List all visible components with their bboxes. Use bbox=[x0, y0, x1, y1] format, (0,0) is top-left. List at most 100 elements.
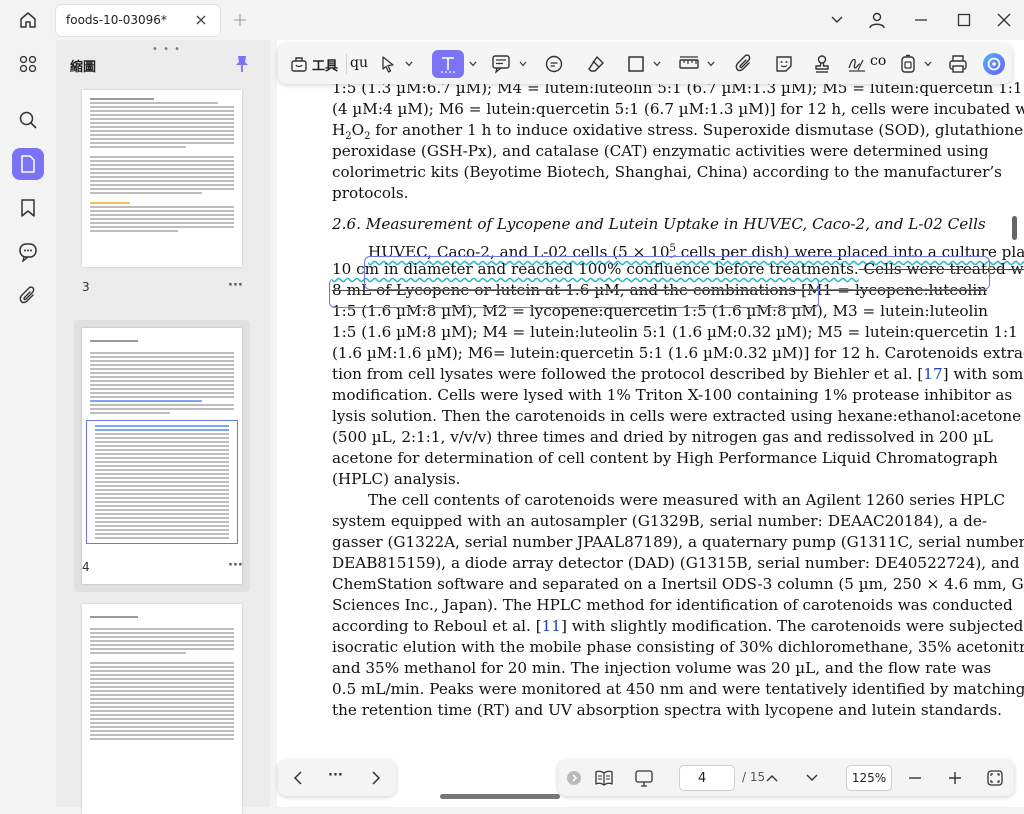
text-line: 0.5 mL/min. Peaks were monitored at 450 … bbox=[332, 680, 1024, 698]
rectangle-icon[interactable] bbox=[622, 50, 650, 78]
sticker-icon[interactable] bbox=[770, 50, 798, 78]
page-number-input[interactable]: 4 bbox=[679, 765, 735, 791]
note-icon[interactable] bbox=[486, 50, 516, 78]
collapse-icon[interactable] bbox=[562, 766, 586, 790]
thumbnail-page-5[interactable] bbox=[82, 604, 242, 814]
zoom-out-icon[interactable] bbox=[903, 766, 927, 790]
attachment-icon[interactable] bbox=[12, 280, 44, 312]
chevron-left-icon[interactable] bbox=[286, 766, 310, 790]
text-line: lysis solution. Then the carotenoids in … bbox=[332, 407, 1022, 425]
thumbnail-page-label: 4 bbox=[82, 560, 90, 574]
text-line: acetone for determination of cell conten… bbox=[332, 449, 998, 467]
thumbnails-icon[interactable] bbox=[12, 148, 44, 180]
presentation-icon[interactable] bbox=[632, 766, 656, 790]
chevron-up-icon[interactable] bbox=[760, 766, 784, 790]
tab-title: foods-10-03096* bbox=[66, 13, 167, 27]
search-icon[interactable] bbox=[12, 104, 44, 136]
panel-drag-handle[interactable]: • • • bbox=[152, 44, 181, 55]
text-tool-icon[interactable] bbox=[432, 50, 464, 78]
print-icon[interactable] bbox=[944, 50, 972, 78]
document-viewport[interactable]: 1:5 (1.3 µM:6.7 µM); M4 = lutein:luteoli… bbox=[277, 40, 1024, 807]
text-line: isocratic elution with the mobile phase … bbox=[332, 638, 1024, 656]
page-zoom-bar: 4 / 15 125% bbox=[558, 760, 1014, 796]
text-line: (HPLC) analysis. bbox=[332, 470, 461, 488]
chevron-down-icon[interactable] bbox=[518, 59, 527, 68]
account-icon[interactable] bbox=[866, 10, 888, 30]
citation-link[interactable]: 11 bbox=[542, 617, 561, 635]
chevron-right-icon[interactable] bbox=[364, 766, 388, 790]
thumbnail-more-button[interactable]: ··· bbox=[228, 278, 243, 293]
signature-icon[interactable] bbox=[844, 50, 870, 78]
title-bar: foods-10-03096* bbox=[0, 0, 1024, 40]
horizontal-scrollbar[interactable] bbox=[440, 794, 560, 799]
maximize-icon[interactable] bbox=[953, 10, 975, 30]
paperclip-icon[interactable] bbox=[730, 50, 758, 78]
tools-label: 工具 bbox=[311, 58, 338, 74]
text-line: modification. Cells were lysed with 1% T… bbox=[332, 386, 1013, 404]
fit-page-icon[interactable] bbox=[983, 766, 1007, 790]
thumbnail-page-label: 3 bbox=[82, 280, 90, 294]
page-content: 1:5 (1.3 µM:6.7 µM); M4 = lutein:luteoli… bbox=[332, 78, 1024, 721]
minimize-icon[interactable] bbox=[910, 10, 932, 30]
text-line: Sciences Inc., Japan). The HPLC method f… bbox=[332, 596, 1013, 614]
ruler-icon[interactable] bbox=[674, 50, 704, 78]
text-line: gasser (G1322A, serial number JPAAL87189… bbox=[332, 533, 1024, 551]
ai-assistant-icon[interactable] bbox=[980, 50, 1008, 78]
text-selection-box[interactable] bbox=[329, 278, 819, 308]
reading-mode-icon[interactable] bbox=[592, 766, 616, 790]
text-line: (500 µL, 2:1:1, v/v/v) three times and d… bbox=[332, 428, 993, 446]
bookmark-icon[interactable] bbox=[12, 192, 44, 224]
close-tab-icon[interactable] bbox=[192, 11, 210, 29]
chevron-down-icon[interactable] bbox=[800, 766, 824, 790]
toolbar-separator bbox=[346, 54, 347, 74]
zoom-in-icon[interactable] bbox=[943, 766, 967, 790]
grid-icon[interactable] bbox=[12, 48, 44, 80]
close-window-icon[interactable] bbox=[993, 10, 1015, 30]
text-line: the retention time (RT) and UV absorptio… bbox=[332, 701, 1002, 719]
text-line: protocols. bbox=[332, 184, 409, 202]
chevron-down-icon[interactable] bbox=[652, 59, 661, 68]
text-line: and 35% methanol for 20 min. The injecti… bbox=[332, 659, 992, 677]
chevron-down-icon[interactable] bbox=[706, 59, 715, 68]
select-icon[interactable] bbox=[374, 50, 402, 78]
text-line: H2O2 for another 1 h to induce oxidative… bbox=[332, 121, 1024, 143]
home-icon[interactable] bbox=[14, 8, 42, 32]
more-options-button[interactable]: ··· bbox=[328, 768, 343, 783]
pin-icon[interactable] bbox=[232, 54, 252, 74]
eraser-icon[interactable] bbox=[582, 50, 610, 78]
text-line: colorimetric kits (Beyotime Biotech, Sha… bbox=[332, 163, 1002, 181]
text-line: according to Reboul et al. [11] with sli… bbox=[332, 617, 1024, 635]
stamp-icon[interactable] bbox=[808, 50, 836, 78]
comment-icon[interactable] bbox=[12, 236, 44, 268]
text-line: The cell contents of carotenoids were me… bbox=[368, 491, 1005, 509]
zoom-level[interactable]: 125% bbox=[846, 765, 892, 791]
text-line: system equipped with an autosampler (G13… bbox=[332, 512, 987, 530]
chevron-down-icon[interactable] bbox=[468, 59, 477, 68]
annotation-toolbar: 工具 qu co bbox=[278, 44, 1012, 84]
text-fragment: co bbox=[870, 53, 887, 69]
vertical-scrollbar[interactable] bbox=[1012, 216, 1017, 240]
thumbnail-page-3[interactable] bbox=[82, 90, 242, 267]
text-line: (4 µM:4 µM); M6 = lutein:quercetin 5:1 (… bbox=[332, 100, 1024, 118]
tools-button[interactable]: 工具 bbox=[286, 50, 342, 78]
left-rail bbox=[0, 40, 56, 807]
text-line: tion from cell lysates were followed the… bbox=[332, 365, 1024, 383]
thumbnail-panel-title: 縮圖 bbox=[70, 60, 97, 75]
chevron-down-icon[interactable] bbox=[923, 59, 932, 68]
text-fragment: qu bbox=[350, 55, 368, 71]
new-tab-icon[interactable] bbox=[230, 10, 250, 30]
text-line: peroxidase (GSH-Px), and catalase (CAT) … bbox=[332, 142, 989, 160]
thumbnail-page-4[interactable] bbox=[82, 328, 242, 584]
citation-link[interactable]: 17 bbox=[923, 365, 942, 383]
section-heading: 2.6. Measurement of Lycopene and Lutein … bbox=[332, 215, 986, 233]
chevron-down-icon[interactable] bbox=[826, 10, 848, 30]
navigation-pill: ··· bbox=[278, 760, 396, 796]
chevron-down-icon[interactable] bbox=[404, 59, 413, 68]
thumbnail-panel: • • • 縮圖 3 ··· 4 ··· bbox=[56, 40, 270, 814]
document-tab[interactable]: foods-10-03096* bbox=[56, 5, 220, 36]
text-line: DEAB815159), a diode array detector (DAD… bbox=[332, 554, 1020, 572]
text-line: (1.6 µM:1.6 µM); M6= lutein:quercetin 5:… bbox=[332, 344, 1024, 362]
battery-icon[interactable] bbox=[896, 50, 920, 78]
comment-bubble-icon[interactable] bbox=[540, 50, 568, 78]
thumbnail-more-button[interactable]: ··· bbox=[228, 558, 243, 573]
